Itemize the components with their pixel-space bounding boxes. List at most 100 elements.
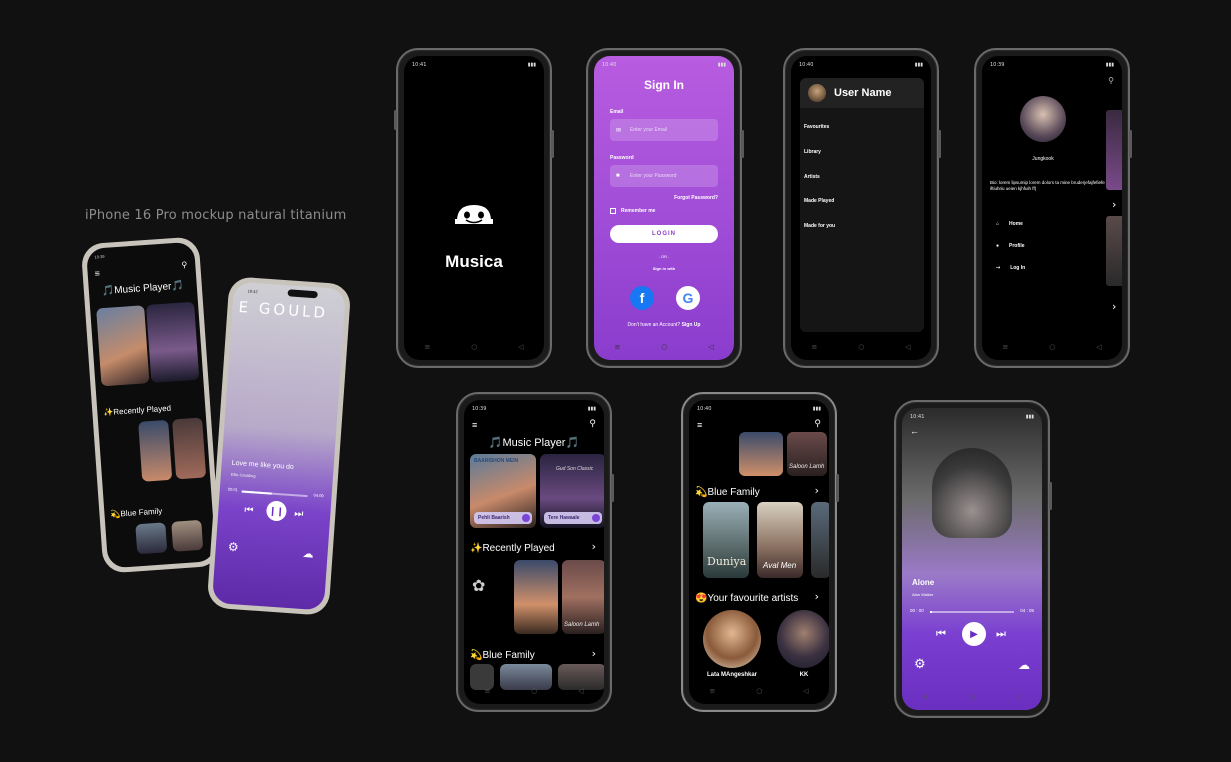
progress-bar[interactable] [241, 490, 308, 498]
total-time: 04 : 05 [1020, 608, 1034, 613]
nav-home-icon[interactable]: ○ [1049, 343, 1055, 351]
drawer-item-most-played[interactable]: Made Played [804, 198, 834, 204]
search-icon[interactable]: ⚲ [814, 418, 821, 429]
back-arrow-icon[interactable]: ← [238, 302, 247, 312]
nav-home-icon[interactable]: ○ [471, 343, 477, 351]
checkbox-icon[interactable] [610, 208, 616, 214]
chevron-right-icon[interactable]: › [815, 590, 819, 603]
blue-family-thumb-1[interactable]: Duniya [703, 502, 749, 578]
signup-link[interactable]: Sign Up [682, 322, 701, 328]
recent-thumb-2[interactable]: Saloon Lamh [787, 432, 827, 476]
play-icon[interactable] [522, 514, 530, 522]
gear-icon[interactable]: ⚙ [227, 540, 239, 555]
nav-home-icon[interactable]: ○ [531, 687, 537, 695]
nav-back-icon[interactable]: ◁ [1096, 343, 1101, 351]
album-card-2[interactable] [146, 301, 200, 383]
previous-icon[interactable]: ⏮ [244, 505, 254, 517]
search-icon[interactable]: ⚲ [181, 260, 187, 269]
email-label: Email [610, 109, 624, 115]
menu-icon[interactable]: ≡ [94, 268, 100, 278]
drawer-item-library[interactable]: Library [804, 149, 821, 155]
nav-back-icon[interactable]: ◁ [578, 687, 583, 695]
chevron-right-icon[interactable]: › [592, 540, 596, 553]
nav-menu-icon[interactable]: ≡ [424, 343, 430, 351]
play-icon[interactable] [592, 514, 600, 522]
nav-menu-icon[interactable]: ≡ [484, 687, 490, 695]
chevron-right-icon[interactable]: › [815, 484, 819, 497]
peek-card [1106, 216, 1122, 286]
drawer-item-favourites[interactable]: Favourites [804, 124, 829, 130]
status-time: 10:42 [247, 288, 258, 295]
next-icon[interactable]: ⏭ [996, 628, 1006, 641]
play-button[interactable]: ▶ [962, 622, 986, 646]
song-artist: Ellie Goulding [230, 471, 256, 479]
drawer-item-artists[interactable]: Artists [804, 174, 820, 180]
power-button [1129, 130, 1132, 158]
facebook-icon[interactable]: f [630, 286, 654, 310]
back-arrow-icon[interactable]: ← [910, 426, 919, 436]
blue-family-thumb-2[interactable]: Aval Men [757, 502, 803, 578]
power-button [551, 130, 554, 158]
nav-home-icon[interactable]: ○ [756, 687, 762, 695]
album-card-1[interactable] [96, 305, 150, 387]
total-time: 04:09 [313, 492, 324, 499]
drawer-item-made-for-you[interactable]: Made for you [804, 223, 835, 229]
nav-back-icon[interactable]: ◁ [803, 687, 808, 695]
nav-home-icon[interactable]: ○ [969, 693, 975, 701]
side-item-login[interactable]: ⇢ Log In [996, 265, 1025, 271]
search-icon[interactable]: ⚲ [1108, 76, 1114, 85]
nav-back-icon[interactable]: ◁ [518, 343, 523, 351]
forgot-password-link[interactable]: Forgot Password? [674, 195, 718, 201]
email-placeholder: Enter your Email [630, 127, 667, 133]
blue-family-thumb-1[interactable] [135, 522, 168, 555]
login-button[interactable]: LOGIN [610, 225, 718, 243]
nav-back-icon[interactable]: ◁ [905, 343, 910, 351]
menu-icon[interactable]: ≡ [697, 420, 702, 430]
recent-thumb-2[interactable]: Saloon Lamh [562, 560, 604, 634]
search-icon[interactable]: ⚲ [589, 418, 596, 429]
chevron-right-icon[interactable]: › [1112, 198, 1116, 211]
nav-back-icon[interactable]: ◁ [1016, 693, 1021, 701]
banner-art-text: E GOULD [237, 297, 329, 323]
nav-menu-icon[interactable]: ≡ [1002, 343, 1008, 351]
blue-family-thumb-2[interactable] [171, 519, 204, 552]
nav-home-icon[interactable]: ○ [661, 343, 667, 351]
gear-icon[interactable]: ⚙ [914, 656, 926, 672]
previous-icon[interactable]: ⏮ [936, 628, 946, 641]
album-card-1[interactable]: BAARISHON MEIN Pehli Baarish [470, 454, 536, 528]
nav-menu-icon[interactable]: ≡ [614, 343, 620, 351]
nav-back-icon[interactable]: ◁ [708, 343, 713, 351]
google-icon[interactable]: G [676, 286, 700, 310]
menu-icon[interactable]: ≡ [472, 420, 477, 430]
recent-thumb-1[interactable] [138, 419, 173, 482]
album-card-2[interactable]: Gud Son Classic Tere Hawaale [540, 454, 604, 528]
pause-button[interactable]: ❙❙ [265, 500, 288, 522]
nav-home-icon[interactable]: ○ [858, 343, 864, 351]
blue-family-thumb-3[interactable] [811, 502, 829, 578]
nav-menu-icon[interactable]: ≡ [922, 693, 928, 701]
nav-menu-icon[interactable]: ≡ [709, 687, 715, 695]
remember-me-checkbox[interactable]: Remember me [610, 208, 655, 214]
progress-bar[interactable] [930, 611, 1014, 613]
chevron-right-icon[interactable]: › [592, 647, 596, 660]
password-field[interactable]: ■ Enter your Password [610, 165, 718, 187]
side-item-profile[interactable]: ● Profile [996, 243, 1025, 249]
album-art-text: Gud Son Classic [556, 466, 594, 472]
profile-name: Jungkook [1032, 156, 1054, 162]
artist-avatar-2[interactable] [777, 610, 829, 668]
email-field[interactable]: ✉ Enter your Email [610, 119, 718, 141]
phone-artists: 10:40 ▮▮▮ ≡ ⚲ Saloon Lamh 💫Blue Family › … [681, 392, 839, 712]
recent-thumb-1[interactable] [514, 560, 558, 634]
next-icon[interactable]: ⏭ [294, 508, 304, 520]
recent-thumb-2[interactable] [172, 417, 207, 480]
side-item-home[interactable]: ⌂ Home [996, 221, 1023, 227]
chevron-right-icon[interactable]: › [1112, 300, 1116, 313]
recent-thumb-1[interactable] [739, 432, 783, 476]
nav-menu-icon[interactable]: ≡ [811, 343, 817, 351]
download-icon[interactable]: ☁ [302, 547, 314, 561]
artist-avatar-1[interactable] [703, 610, 761, 668]
song-title: Love me like you do [231, 459, 295, 472]
download-icon[interactable]: ☁ [1018, 658, 1030, 672]
blue-family-heading: 💫Blue Family [110, 506, 163, 520]
status-bar: 10:40 ▮▮▮ [799, 62, 923, 72]
